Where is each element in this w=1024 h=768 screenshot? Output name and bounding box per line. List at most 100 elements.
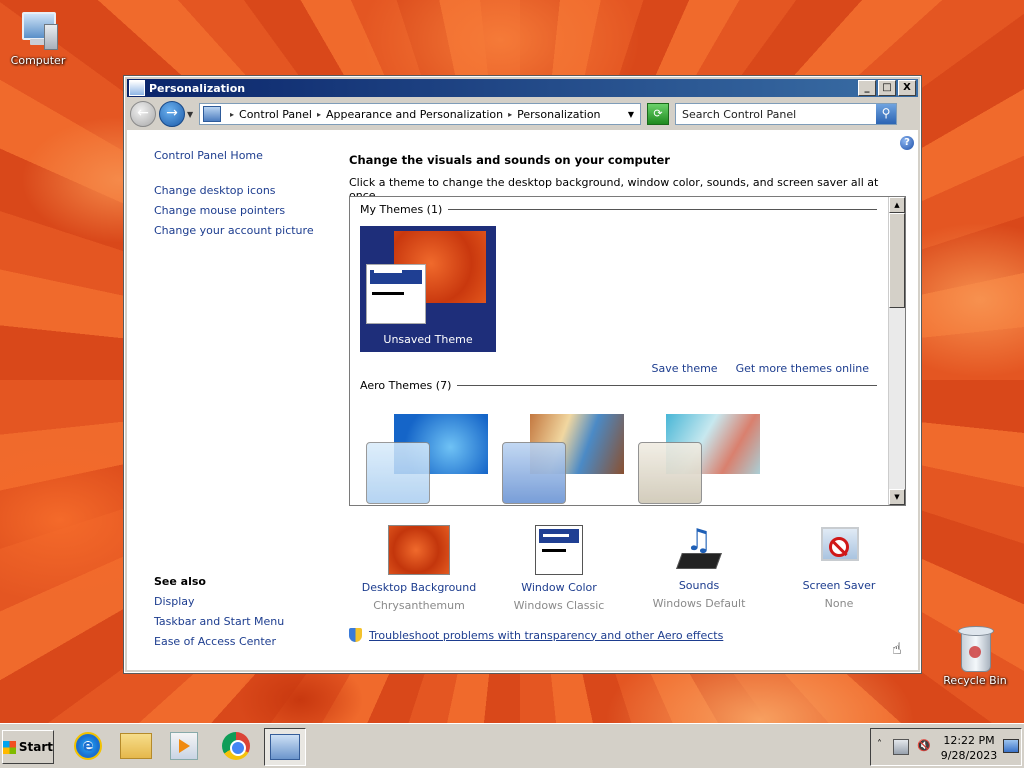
- system-tray: ˄ 🔇 12:22 PM 9/28/2023: [870, 728, 1022, 766]
- network-icon[interactable]: [893, 739, 909, 755]
- taskbar-chrome[interactable]: [216, 728, 256, 764]
- my-themes-label: My Themes (1): [360, 203, 443, 216]
- scroll-down-icon[interactable]: ▼: [889, 489, 905, 505]
- chevron-right-icon[interactable]: ▸: [317, 110, 321, 119]
- theme-links: Save theme Get more themes online: [652, 362, 869, 375]
- refresh-button[interactable]: ⟳: [647, 103, 669, 125]
- screen-saver-icon: [809, 525, 869, 573]
- vertical-scrollbar[interactable]: ▲ ▼: [888, 197, 905, 505]
- taskbar-start-menu-link[interactable]: Taskbar and Start Menu: [154, 615, 284, 628]
- media-player-icon: [170, 732, 198, 760]
- change-account-picture-link[interactable]: Change your account picture: [154, 224, 344, 237]
- taskbar-internet-explorer[interactable]: e: [68, 728, 108, 764]
- theme-settings: Desktop Background Chrysanthemum Window …: [349, 525, 909, 613]
- window-color-setting[interactable]: Window Color Windows Classic: [489, 525, 629, 612]
- desktop-icon-label: Recycle Bin: [943, 674, 1007, 687]
- taskbar-control-panel[interactable]: [264, 728, 306, 766]
- volume-muted-icon[interactable]: 🔇: [917, 739, 931, 753]
- troubleshoot-link[interactable]: Troubleshoot problems with transparency …: [369, 629, 723, 642]
- windows-logo-icon: [3, 740, 16, 754]
- desktop-background-setting[interactable]: Desktop Background Chrysanthemum: [349, 525, 489, 612]
- save-theme-link[interactable]: Save theme: [652, 362, 718, 375]
- change-desktop-icons-link[interactable]: Change desktop icons: [154, 184, 344, 197]
- theme-list[interactable]: My Themes (1) Unsaved Theme Save theme G…: [349, 196, 906, 506]
- internet-explorer-icon: e: [74, 732, 102, 760]
- minimize-button[interactable]: _: [858, 80, 876, 96]
- setting-name[interactable]: Screen Saver: [769, 579, 909, 592]
- glass-preview: [638, 442, 702, 504]
- setting-name[interactable]: Desktop Background: [349, 581, 489, 594]
- setting-value: Windows Classic: [513, 599, 605, 612]
- forward-arrow-icon: →: [166, 105, 178, 121]
- title-bar[interactable]: Personalization _ □ X: [127, 79, 918, 97]
- control-panel-icon: [270, 734, 300, 760]
- see-also-section: See also Display Taskbar and Start Menu …: [154, 575, 284, 655]
- chrome-icon: [222, 732, 250, 760]
- scrollbar-thumb[interactable]: [889, 213, 905, 308]
- theme-aero-windows7[interactable]: [362, 412, 488, 504]
- see-also-heading: See also: [154, 575, 206, 588]
- setting-value: None: [824, 597, 854, 610]
- desktop-icon-computer[interactable]: Computer: [3, 10, 73, 67]
- get-more-themes-link[interactable]: Get more themes online: [736, 362, 869, 375]
- start-button[interactable]: Start: [2, 730, 54, 764]
- page-title: Change the visuals and sounds on your co…: [349, 153, 670, 167]
- maximize-button[interactable]: □: [878, 80, 896, 96]
- my-themes-header: My Themes (1): [360, 203, 877, 216]
- search-input[interactable]: Search Control Panel ⚲: [675, 103, 897, 125]
- left-navigation: Control Panel Home Change desktop icons …: [154, 130, 344, 244]
- clock[interactable]: 12:22 PM 9/28/2023: [937, 733, 1001, 763]
- desktop-icon-recycle-bin[interactable]: Recycle Bin: [940, 626, 1010, 687]
- scroll-up-icon[interactable]: ▲: [889, 197, 905, 213]
- taskbar-windows-explorer[interactable]: [116, 728, 156, 764]
- ease-of-access-link[interactable]: Ease of Access Center: [154, 635, 284, 648]
- recent-pages-dropdown[interactable]: ▼: [187, 110, 195, 119]
- display-link[interactable]: Display: [154, 595, 284, 608]
- change-mouse-pointers-link[interactable]: Change mouse pointers: [154, 204, 344, 217]
- aero-themes-header: Aero Themes (7): [360, 379, 877, 392]
- hand-cursor-icon: ☝: [892, 639, 902, 658]
- aero-themes-label: Aero Themes (7): [360, 379, 452, 392]
- breadcrumb-control-panel[interactable]: Control Panel: [239, 108, 312, 121]
- setting-value: Chrysanthemum: [373, 599, 465, 612]
- address-toolbar: ← → ▼ ▸ Control Panel ▸ Appearance and P…: [127, 100, 918, 128]
- sounds-icon: ♫: [669, 525, 729, 573]
- sounds-setting[interactable]: ♫ Sounds Windows Default: [629, 525, 769, 612]
- search-icon[interactable]: ⚲: [876, 104, 896, 124]
- theme-unsaved[interactable]: Unsaved Theme: [360, 226, 496, 352]
- taskbar: Start e ˄ 🔇 12:22 PM 9/28/2023: [0, 723, 1024, 768]
- start-label: Start: [18, 740, 53, 754]
- control-panel-home-link[interactable]: Control Panel Home: [154, 149, 344, 162]
- search-placeholder: Search Control Panel: [682, 107, 797, 121]
- clock-time: 12:22 PM: [943, 734, 995, 747]
- chevron-right-icon[interactable]: ▸: [508, 110, 512, 119]
- breadcrumb-appearance[interactable]: Appearance and Personalization: [326, 108, 503, 121]
- show-hidden-icons-chevron-icon[interactable]: ˄: [877, 739, 882, 750]
- theme-name: Unsaved Theme: [383, 333, 473, 346]
- chevron-down-icon[interactable]: ▼: [628, 110, 634, 119]
- show-desktop-icon[interactable]: [1003, 739, 1019, 753]
- window-preview-icon: [366, 264, 426, 324]
- back-button[interactable]: ←: [130, 101, 156, 127]
- theme-aero-architecture[interactable]: [498, 412, 624, 504]
- clock-date: 9/28/2023: [940, 749, 998, 762]
- setting-name[interactable]: Window Color: [489, 581, 629, 594]
- recycle-bin-icon: [958, 626, 994, 672]
- main-panel: Change the visuals and sounds on your co…: [349, 130, 909, 658]
- taskbar-media-player[interactable]: [164, 728, 204, 764]
- divider: [457, 385, 877, 386]
- shield-icon: [349, 628, 362, 642]
- setting-name[interactable]: Sounds: [629, 579, 769, 592]
- computer-icon: [18, 10, 58, 50]
- close-button[interactable]: X: [898, 80, 916, 96]
- breadcrumb-personalization[interactable]: Personalization: [517, 108, 600, 121]
- back-arrow-icon: ←: [137, 105, 149, 121]
- theme-aero-characters[interactable]: [634, 412, 760, 504]
- chevron-right-icon[interactable]: ▸: [230, 110, 234, 119]
- folder-icon: [120, 733, 152, 759]
- forward-button[interactable]: →: [159, 101, 185, 127]
- address-bar[interactable]: ▸ Control Panel ▸ Appearance and Persona…: [199, 103, 641, 125]
- content-area: ? Control Panel Home Change desktop icon…: [127, 130, 918, 670]
- window-color-icon: [535, 525, 583, 575]
- screen-saver-setting[interactable]: Screen Saver None: [769, 525, 909, 612]
